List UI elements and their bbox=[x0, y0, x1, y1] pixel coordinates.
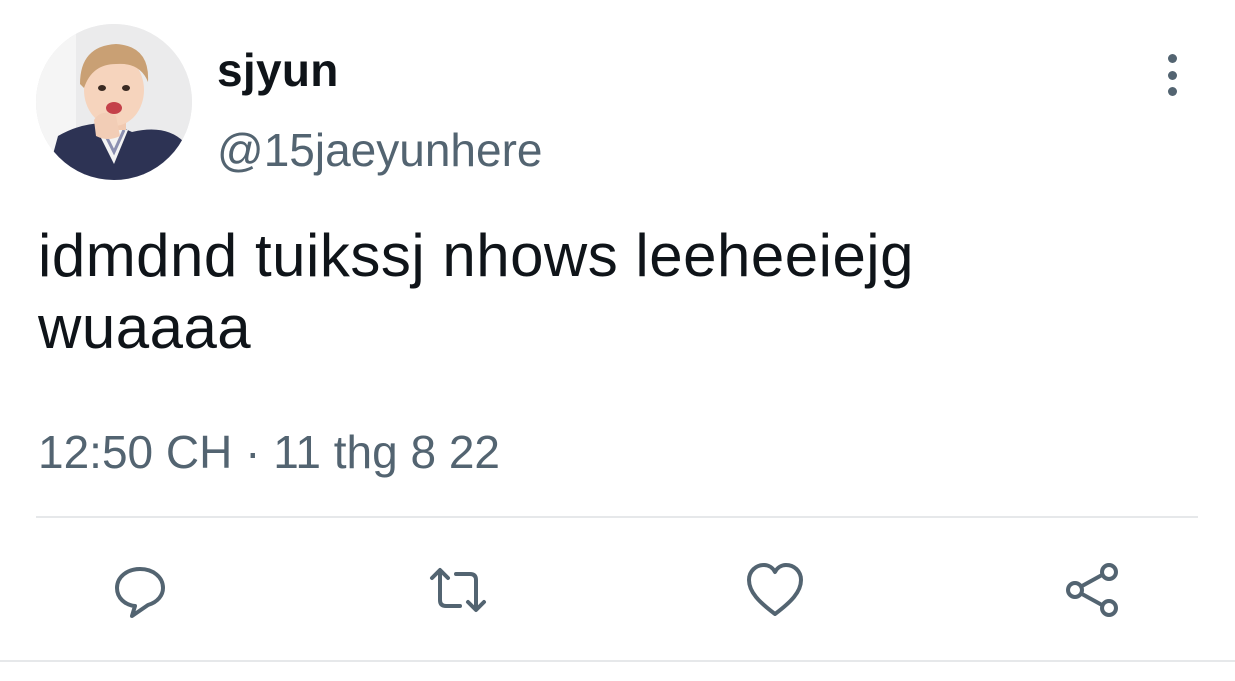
display-name[interactable]: sjyun bbox=[217, 42, 339, 98]
more-vertical-icon[interactable] bbox=[1152, 54, 1192, 96]
retweet-icon bbox=[430, 568, 486, 612]
reply-icon bbox=[115, 567, 165, 618]
like-button[interactable] bbox=[745, 560, 805, 620]
more-dot bbox=[1167, 87, 1177, 96]
avatar[interactable] bbox=[36, 24, 192, 180]
more-dot bbox=[1167, 70, 1177, 80]
bottom-divider bbox=[0, 660, 1235, 662]
tweet-card: sjyun @15jaeyunhere idmdnd tuikssj nhows… bbox=[0, 0, 1235, 681]
heart-icon bbox=[747, 563, 803, 616]
reply-button[interactable] bbox=[110, 560, 170, 620]
tweet-timestamp[interactable]: 12:50 CH · 11 thg 8 22 bbox=[38, 424, 500, 480]
tweet-actions bbox=[0, 560, 1235, 620]
user-handle[interactable]: @15jaeyunhere bbox=[217, 122, 542, 178]
divider bbox=[36, 516, 1198, 518]
avatar-photo bbox=[36, 24, 192, 180]
tweet-text: idmdnd tuikssj nhows leeheeiejg wuaaaa bbox=[38, 222, 915, 361]
retweet-button[interactable] bbox=[428, 560, 488, 620]
share-icon bbox=[1066, 563, 1118, 617]
more-dot bbox=[1167, 54, 1177, 63]
share-button[interactable] bbox=[1063, 560, 1123, 620]
